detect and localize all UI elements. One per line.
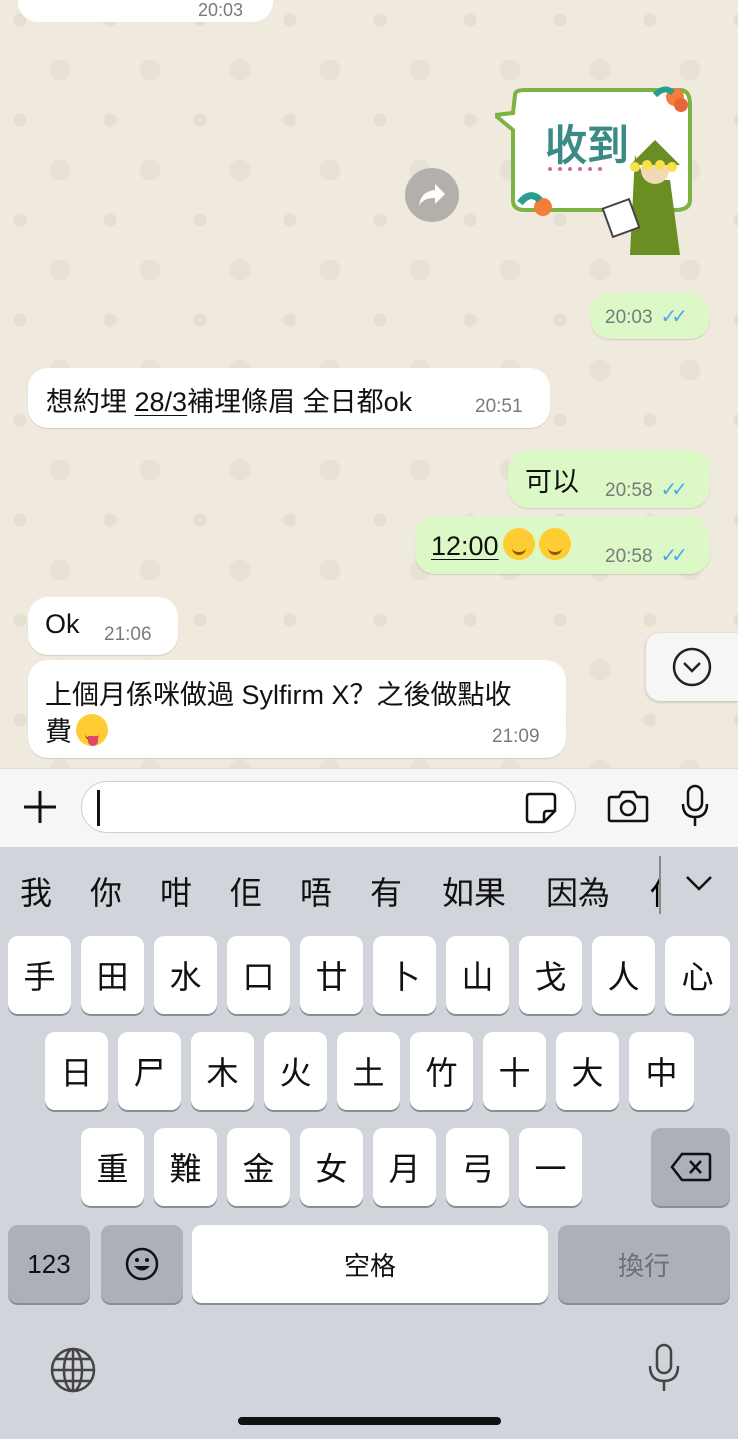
key[interactable]: 火 [264,1032,327,1110]
message-time: 20:58 ✓✓ [605,479,688,501]
message-text-line2: 費 [45,710,108,749]
key[interactable]: 十 [483,1032,546,1110]
key[interactable]: 口 [227,936,290,1014]
candidate[interactable]: 你 [90,868,122,914]
key[interactable]: 水 [154,936,217,1014]
candidate-bar: 我 你 咁 佢 唔 有 如果 因為 任 [0,846,738,936]
read-ticks-icon: ✓✓ [660,479,688,501]
home-indicator [238,1417,501,1425]
message-time: 21:06 [104,624,152,645]
return-key[interactable]: 換行 [558,1225,730,1303]
message-time: 20:51 [475,396,523,417]
key[interactable]: 心 [665,936,730,1014]
smiling-emoji-icon [538,528,571,560]
globe-icon[interactable] [49,1346,97,1394]
message-bubble-incoming[interactable]: Ok 21:06 [28,597,178,655]
message-text: 可以 [525,467,579,497]
candidate[interactable]: 咁 [160,868,192,914]
message-input[interactable] [81,781,576,833]
message-time: 20:58 ✓✓ [605,545,688,567]
key[interactable]: 金 [227,1128,290,1206]
emoji-icon [125,1247,159,1281]
key[interactable]: 木 [191,1032,254,1110]
message-text-line1: 上個月係咪做過 Sylfirm X？之後做點收 [45,680,512,710]
chevron-down-icon[interactable] [685,874,713,892]
key[interactable]: 人 [592,936,655,1014]
message-bubble-incoming[interactable]: 想約埋 28/3補埋條眉 全日都ok 20:51 [28,368,550,428]
numbers-key[interactable]: 123 [8,1225,90,1303]
key[interactable]: 難 [154,1128,217,1206]
read-ticks-icon: ✓✓ [660,545,688,567]
key[interactable]: 尸 [118,1032,181,1110]
backspace-icon [669,1152,711,1182]
candidate[interactable]: 因為 [546,868,610,914]
key[interactable]: 竹 [410,1032,473,1110]
chat-area: 20:03 收到 20:03 ✓✓ 想約埋 28/3補埋條眉 全日都ok 20:5… [0,0,738,768]
message-bubble-outgoing[interactable]: 可以 20:58 ✓✓ [508,450,710,508]
tongue-emoji-icon [76,714,108,746]
smiling-emoji-icon [502,528,535,560]
candidate-divider [659,856,661,914]
key[interactable]: 廿 [300,936,363,1014]
forward-button[interactable] [405,168,459,222]
message-text: Ok [45,609,80,639]
camera-icon[interactable] [607,788,649,824]
message-time: 20:03 [198,0,244,20]
sticker-icon[interactable] [524,791,558,825]
forward-icon [419,184,445,206]
message-bubble-outgoing[interactable]: 12:00 20:58 ✓✓ [415,516,710,574]
candidate[interactable]: 有 [370,868,402,914]
key[interactable]: 一 [519,1128,582,1206]
key[interactable]: 手 [8,936,71,1014]
key[interactable]: 土 [337,1032,400,1110]
key[interactable]: 重 [81,1128,144,1206]
scroll-to-bottom-button[interactable] [646,633,738,701]
space-key[interactable]: 空格 [192,1225,548,1303]
key[interactable]: 月 [373,1128,436,1206]
sticker-message[interactable]: 收到 [490,85,695,255]
message-bubble-outgoing[interactable]: 20:03 ✓✓ [590,293,710,339]
message-input-bar [0,768,738,847]
dictation-icon[interactable] [647,1343,681,1393]
read-ticks-icon: ✓✓ [660,306,688,328]
key[interactable]: 山 [446,936,509,1014]
microphone-icon[interactable] [680,784,710,828]
key[interactable]: 中 [629,1032,694,1110]
backspace-key[interactable] [651,1128,730,1206]
message-bubble-incoming[interactable]: 上個月係咪做過 Sylfirm X？之後做點收 費 21:09 [28,660,566,758]
message-time: 20:03 ✓✓ [605,306,688,328]
key[interactable]: 田 [81,936,144,1014]
key[interactable]: 大 [556,1032,619,1110]
emoji-key[interactable] [101,1225,183,1303]
candidate[interactable]: 如果 [442,868,506,914]
key[interactable]: 戈 [519,936,582,1014]
candidate[interactable]: 唔 [300,868,332,914]
plus-icon[interactable] [22,789,58,825]
text-caret [97,790,100,826]
message-text: 12:00 [431,528,571,562]
sticker-text: 收到 [545,121,629,170]
key[interactable]: 卜 [373,936,436,1014]
candidate[interactable]: 佢 [230,868,262,914]
key[interactable]: 弓 [446,1128,509,1206]
key[interactable]: 女 [300,1128,363,1206]
date-link[interactable]: 28/3 [135,387,188,417]
previous-message-bubble[interactable]: 20:03 [18,0,273,22]
time-link[interactable]: 12:00 [431,531,499,561]
candidate[interactable]: 我 [20,868,52,914]
message-text: 想約埋 28/3補埋條眉 全日都ok [46,387,413,417]
key[interactable]: 日 [45,1032,108,1110]
message-time: 21:09 [492,726,540,747]
chevron-down-icon [672,647,712,687]
